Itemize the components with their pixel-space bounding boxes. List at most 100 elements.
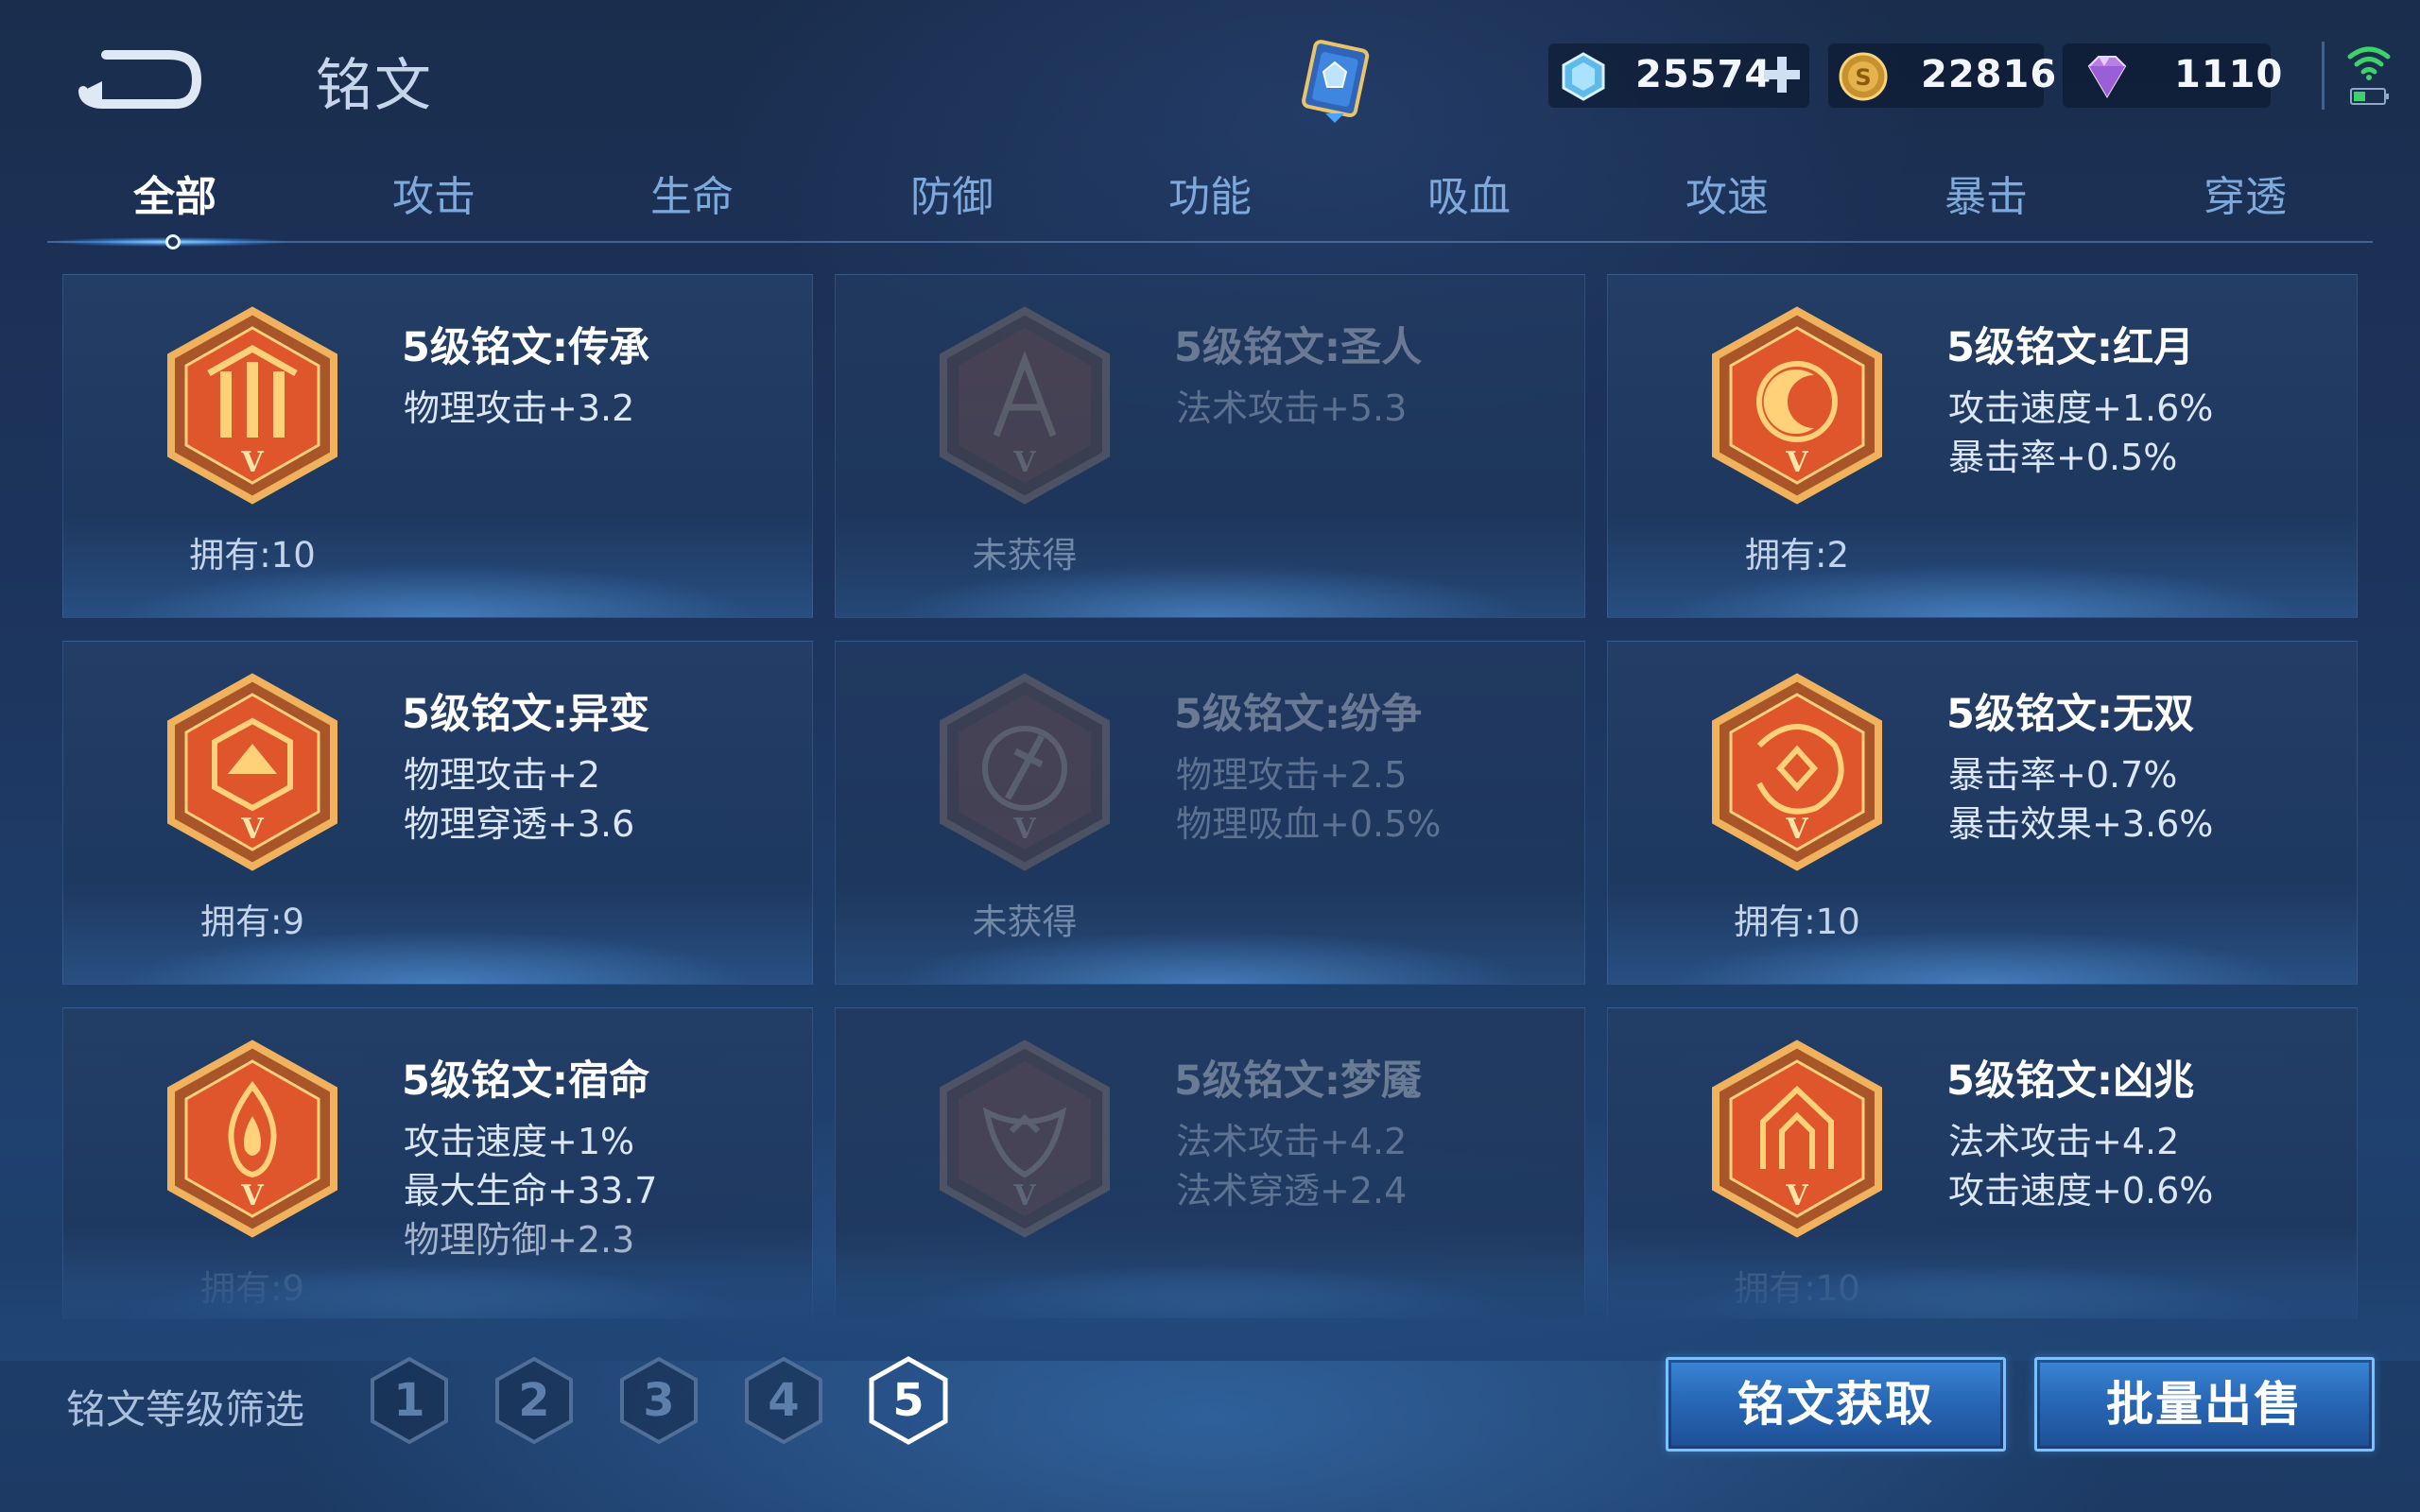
tab-all[interactable]: 全部 — [80, 168, 269, 227]
rune-card-red-moon[interactable]: V 5级铭文:红月 攻击速度+1.6% 暴击率+0.5% 拥有:2 — [1607, 274, 2358, 618]
page-title: 铭文 — [316, 53, 433, 119]
rune-owned-count: 拥有:10 — [1734, 1268, 1860, 1309]
rune-name: 5级铭文:纷争 — [1174, 691, 1423, 738]
level-number: 4 — [768, 1374, 800, 1427]
mutation-rune-icon: V — [167, 673, 337, 871]
tab-penetration[interactable]: 穿透 — [2151, 168, 2340, 227]
tab-attack[interactable]: 攻击 — [339, 168, 528, 227]
strife-rune-icon: V — [940, 673, 1110, 871]
rune-name: 5级铭文:圣人 — [1174, 324, 1423, 371]
level-number: 3 — [643, 1374, 675, 1427]
svg-text:V: V — [1785, 813, 1808, 846]
gold-currency: S 22816 — [1828, 43, 2056, 108]
diamond-amount: 25574 — [1635, 53, 1772, 96]
rune-stat: 攻击速度+1.6% — [1948, 387, 2214, 429]
rune-card-peerless[interactable]: V 5级铭文:无双 暴击率+0.7% 暴击效果+3.6% 拥有:10 — [1607, 641, 2358, 985]
peerless-rune-icon: V — [1712, 673, 1882, 871]
tabs-underline — [47, 241, 2373, 243]
rune-name: 5级铭文:红月 — [1946, 324, 2195, 371]
inheritance-rune-icon: V — [167, 306, 337, 505]
rune-name: 5级铭文:传承 — [402, 324, 650, 371]
gold-amount: 22816 — [1921, 53, 2058, 96]
rune-card-inheritance[interactable]: V 5级铭文:传承 物理攻击+3.2 拥有:10 — [62, 274, 813, 618]
rune-stat: 暴击率+0.7% — [1948, 754, 2178, 796]
rune-stat: 物理吸血+0.5% — [1176, 803, 1442, 845]
svg-text:V: V — [1785, 446, 1808, 479]
svg-text:V: V — [240, 1179, 264, 1212]
rune-stat: 物理穿透+3.6 — [404, 803, 635, 845]
rune-owned-count: 拥有:10 — [189, 535, 316, 576]
svg-text:V: V — [1785, 1179, 1808, 1212]
rune-stat: 最大生命+33.7 — [404, 1170, 658, 1211]
svg-text:V: V — [1012, 813, 1036, 846]
red-moon-rune-icon: V — [1712, 306, 1882, 505]
rune-stat: 法术穿透+2.4 — [1176, 1170, 1408, 1211]
rune-card-strife[interactable]: V 5级铭文:纷争 物理攻击+2.5 物理吸血+0.5% 未获得 — [835, 641, 1585, 985]
header-divider — [2322, 42, 2325, 110]
rune-owned-status: 未获得 — [972, 902, 1078, 942]
svg-text:V: V — [1012, 1179, 1036, 1212]
rune-name: 5级铭文:异变 — [402, 691, 650, 738]
rune-stat: 攻击速度+1% — [404, 1121, 635, 1162]
rune-stat: 物理攻击+3.2 — [404, 387, 635, 429]
sage-rune-icon: V — [940, 306, 1110, 505]
rune-owned-count: 拥有:9 — [199, 1268, 304, 1309]
tab-lifesteal[interactable]: 吸血 — [1374, 168, 1564, 227]
omen-rune-icon: V — [1712, 1040, 1882, 1238]
rune-stat: 物理攻击+2.5 — [1176, 754, 1408, 796]
level-number: 2 — [518, 1374, 550, 1427]
tab-health[interactable]: 生命 — [597, 168, 786, 227]
rune-owned-count: 拥有:2 — [1744, 535, 1849, 576]
rune-name: 5级铭文:梦魇 — [1174, 1057, 1423, 1105]
level-filter-5[interactable]: 5 — [866, 1353, 951, 1448]
gold-coin-icon: S — [1839, 52, 1888, 101]
rune-card-sage[interactable]: V 5级铭文:圣人 法术攻击+5.3 未获得 — [835, 274, 1585, 618]
diamond-icon — [1562, 52, 1605, 101]
back-button[interactable] — [74, 38, 206, 113]
rune-name: 5级铭文:宿命 — [402, 1057, 650, 1105]
gem-currency: 1110 — [2063, 43, 2282, 108]
rune-stat: 法术攻击+4.2 — [1948, 1121, 2180, 1162]
svg-text:S: S — [1855, 64, 1871, 91]
level-number: 5 — [892, 1374, 925, 1427]
rune-name: 5级铭文:无双 — [1946, 691, 2195, 738]
wifi-icon — [2347, 46, 2391, 80]
bulk-sell-button[interactable]: 批量出售 — [2034, 1357, 2375, 1452]
gem-icon — [2087, 56, 2127, 98]
nightmare-rune-icon: V — [940, 1040, 1110, 1238]
tab-utility[interactable]: 功能 — [1115, 168, 1305, 227]
level-filter-1[interactable]: 1 — [367, 1353, 452, 1448]
rune-stat: 暴击率+0.5% — [1948, 437, 2178, 478]
rune-name: 5级铭文:凶兆 — [1946, 1057, 2195, 1105]
obtain-runes-button[interactable]: 铭文获取 — [1666, 1357, 2006, 1452]
active-tab-dot — [165, 234, 181, 249]
level-filter-2[interactable]: 2 — [492, 1353, 577, 1448]
gem-amount: 1110 — [2174, 53, 2284, 96]
level-filter-3[interactable]: 3 — [616, 1353, 701, 1448]
tab-defense[interactable]: 防御 — [857, 168, 1046, 227]
rune-stat: 物理攻击+2 — [404, 754, 601, 796]
svg-text:V: V — [1012, 446, 1036, 479]
rune-stat: 暴击效果+3.6% — [1948, 803, 2214, 845]
category-tabs: 全部 攻击 生命 防御 功能 吸血 攻速 暴击 穿透 — [47, 168, 2373, 248]
battery-icon — [2350, 88, 2389, 105]
rune-owned-count: 拥有:10 — [1734, 902, 1860, 942]
svg-text:V: V — [240, 813, 264, 846]
add-diamond-button[interactable] — [1758, 51, 1806, 98]
rune-stat: 物理防御+2.3 — [404, 1219, 635, 1261]
rune-card-nightmare[interactable]: V 5级铭文:梦魇 法术攻击+4.2 法术穿透+2.4 — [835, 1007, 1585, 1319]
tab-critical[interactable]: 暴击 — [1892, 168, 2081, 227]
rune-stat: 法术攻击+4.2 — [1176, 1121, 1408, 1162]
level-number: 1 — [393, 1374, 425, 1427]
rune-book-icon[interactable] — [1288, 34, 1382, 129]
level-filter-4[interactable]: 4 — [741, 1353, 826, 1448]
rune-owned-count: 拥有:9 — [199, 902, 304, 942]
rune-stat: 法术攻击+5.3 — [1176, 387, 1408, 429]
rune-owned-status: 未获得 — [972, 535, 1078, 576]
rune-card-mutation[interactable]: V 5级铭文:异变 物理攻击+2 物理穿透+3.6 拥有:9 — [62, 641, 813, 985]
rune-card-fate[interactable]: V 5级铭文:宿命 攻击速度+1% 最大生命+33.7 物理防御+2.3 拥有:… — [62, 1007, 813, 1319]
rune-card-omen[interactable]: V 5级铭文:凶兆 法术攻击+4.2 攻击速度+0.6% 拥有:10 — [1607, 1007, 2358, 1319]
fate-rune-icon: V — [167, 1040, 337, 1238]
tab-attack-speed[interactable]: 攻速 — [1633, 168, 1822, 227]
diamond-currency: 25574 — [1548, 43, 1809, 108]
